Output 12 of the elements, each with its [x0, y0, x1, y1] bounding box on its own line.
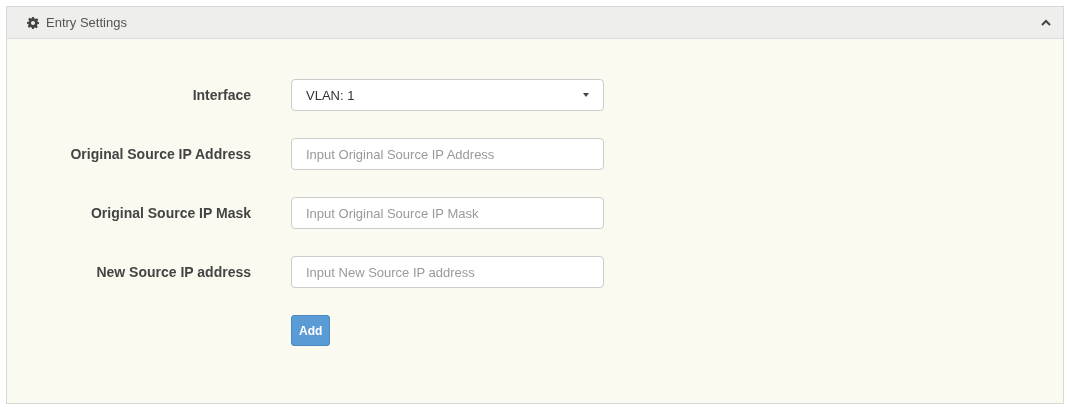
gear-icon [27, 16, 39, 29]
field-label: New Source IP address [96, 263, 251, 282]
input-field[interactable]: Input New Source IP address [291, 256, 604, 288]
input-field[interactable]: Input Original Source IP Mask [291, 197, 604, 229]
field-label: Original Source IP Mask [90, 204, 251, 223]
caret-icon [583, 93, 589, 97]
collapse-button[interactable] [1039, 17, 1053, 28]
field-label: Interface [192, 86, 251, 105]
field-label: Original Source IP Address [70, 145, 251, 164]
panel-title: Entry Settings [46, 15, 128, 30]
input-field[interactable]: Input Original Source IP Address [291, 138, 604, 170]
interface-dropdown[interactable]: VLAN: 1 [291, 79, 604, 111]
